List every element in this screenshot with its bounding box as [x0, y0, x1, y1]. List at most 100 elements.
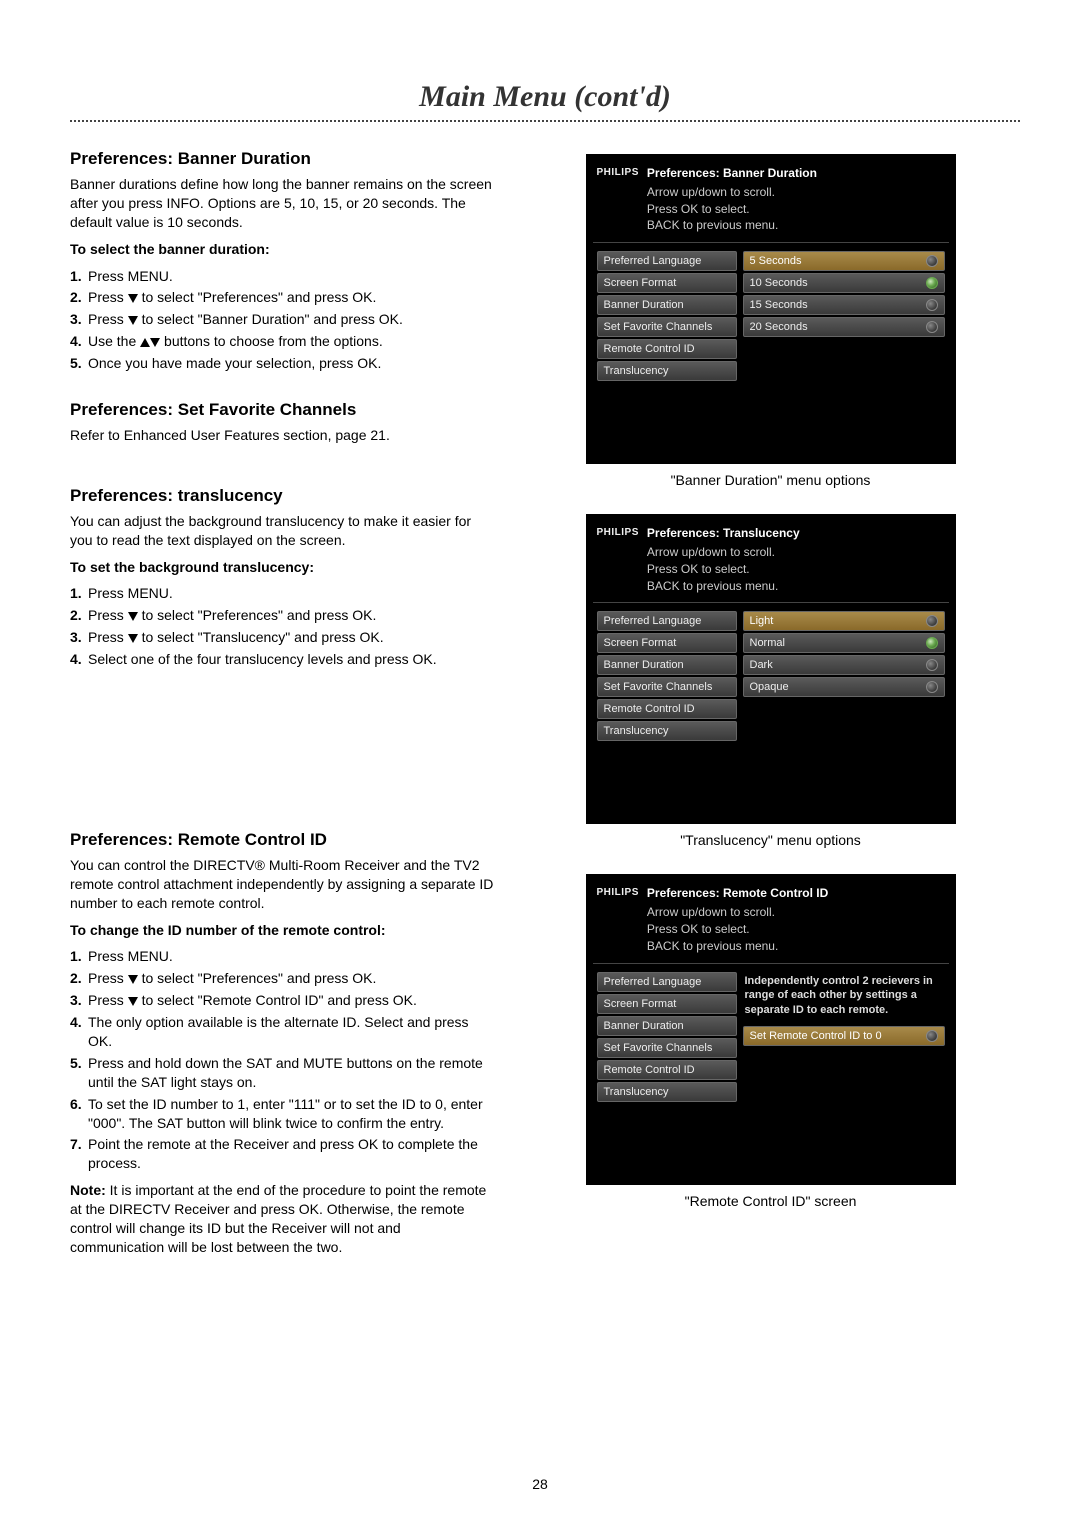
right-column: PHILIPS Preferences: Banner Duration Arr…: [521, 148, 1020, 1283]
section-banner-duration: Preferences: Banner Duration Banner dura…: [70, 148, 495, 373]
tv-header: PHILIPS Preferences: Translucency Arrow …: [593, 521, 949, 603]
tv-sidebar: Preferred Language Screen Format Banner …: [597, 611, 737, 741]
step: 2.Press to select "Preferences" and pres…: [70, 969, 495, 988]
radio-icon: [926, 659, 938, 671]
tv-header: PHILIPS Preferences: Banner Duration Arr…: [593, 161, 949, 243]
tv-options: Light Normal Dark Opaque: [743, 611, 945, 741]
step: 4.Select one of the four translucency le…: [70, 650, 495, 669]
tv-screenshot-translucency: PHILIPS Preferences: Translucency Arrow …: [586, 514, 956, 824]
tv-screenshot-remote-id: PHILIPS Preferences: Remote Control ID A…: [586, 874, 956, 1184]
tv-hint: BACK to previous menu.: [647, 938, 945, 955]
tv-header-text: Preferences: Translucency Arrow up/down …: [647, 525, 945, 594]
philips-logo: PHILIPS: [597, 165, 639, 178]
option-20-seconds: 20 Seconds: [743, 317, 945, 337]
sidebar-item: Preferred Language: [597, 251, 737, 271]
sidebar-item: Remote Control ID: [597, 699, 737, 719]
tv-hint: BACK to previous menu.: [647, 578, 945, 595]
steps-list: 1.Press MENU. 2.Press to select "Prefere…: [70, 947, 495, 1173]
section-heading: Preferences: Set Favorite Channels: [70, 399, 495, 422]
sidebar-item: Banner Duration: [597, 655, 737, 675]
tv-hint: Arrow up/down to scroll.: [647, 904, 945, 921]
radio-icon: [926, 321, 938, 333]
down-triangle-icon: [128, 634, 138, 643]
step: 5.Once you have made your selection, pre…: [70, 354, 495, 373]
step: 3.Press to select "Remote Control ID" an…: [70, 991, 495, 1010]
section-remote-control-id: Preferences: Remote Control ID You can c…: [70, 829, 495, 1257]
sidebar-item: Translucency: [597, 1082, 737, 1102]
sidebar-item: Translucency: [597, 361, 737, 381]
radio-icon: [926, 615, 938, 627]
up-triangle-icon: [140, 338, 150, 347]
tv-header-text: Preferences: Remote Control ID Arrow up/…: [647, 885, 945, 954]
radio-icon: [926, 1030, 938, 1042]
left-column: Preferences: Banner Duration Banner dura…: [70, 148, 495, 1283]
sidebar-item: Remote Control ID: [597, 1060, 737, 1080]
radio-icon: [926, 681, 938, 693]
sidebar-item: Remote Control ID: [597, 339, 737, 359]
tv-sidebar: Preferred Language Screen Format Banner …: [597, 972, 737, 1102]
radio-icon: [926, 299, 938, 311]
page-title: Main Menu (cont'd): [70, 80, 1020, 114]
step: 2.Press to select "Preferences" and pres…: [70, 606, 495, 625]
tv-hint: Arrow up/down to scroll.: [647, 184, 945, 201]
option-opaque: Opaque: [743, 677, 945, 697]
tv-hint: Press OK to select.: [647, 201, 945, 218]
tv-options: 5 Seconds 10 Seconds 15 Seconds 20 Secon…: [743, 251, 945, 381]
option-light: Light: [743, 611, 945, 631]
step: 3.Press to select "Translucency" and pre…: [70, 628, 495, 647]
sidebar-item: Screen Format: [597, 633, 737, 653]
sidebar-item: Translucency: [597, 721, 737, 741]
title-divider: [70, 120, 1020, 122]
figure-caption: "Banner Duration" menu options: [521, 472, 1020, 488]
step: 7.Point the remote at the Receiver and p…: [70, 1135, 495, 1173]
sidebar-item: Screen Format: [597, 994, 737, 1014]
down-triangle-icon: [150, 338, 160, 347]
step: 6.To set the ID number to 1, enter "111"…: [70, 1095, 495, 1133]
step: 1.Press MENU.: [70, 947, 495, 966]
down-triangle-icon: [128, 997, 138, 1006]
step: 4.The only option available is the alter…: [70, 1013, 495, 1051]
figure-caption: "Remote Control ID" screen: [521, 1193, 1020, 1209]
section-intro: Banner durations define how long the ban…: [70, 175, 495, 232]
section-translucency: Preferences: translucency You can adjust…: [70, 485, 495, 669]
step: 1.Press MENU.: [70, 584, 495, 603]
tv-title: Preferences: Banner Duration: [647, 165, 945, 182]
sidebar-item: Set Favorite Channels: [597, 317, 737, 337]
tv-hint: Arrow up/down to scroll.: [647, 544, 945, 561]
section-heading: Preferences: Banner Duration: [70, 148, 495, 171]
subheading: To select the banner duration:: [70, 240, 495, 259]
tv-body: Preferred Language Screen Format Banner …: [593, 603, 949, 745]
note-label: Note:: [70, 1182, 106, 1198]
section-intro: You can control the DIRECTV® Multi-Room …: [70, 856, 495, 913]
down-triangle-icon: [128, 975, 138, 984]
note-paragraph: Note: It is important at the end of the …: [70, 1181, 495, 1257]
sidebar-item: Preferred Language: [597, 972, 737, 992]
page-number: 28: [0, 1476, 1080, 1492]
remote-id-description: Independently control 2 recievers in ran…: [743, 972, 945, 1025]
sidebar-item: Banner Duration: [597, 1016, 737, 1036]
tv-header-text: Preferences: Banner Duration Arrow up/do…: [647, 165, 945, 234]
down-triangle-icon: [128, 612, 138, 621]
tv-hint: Press OK to select.: [647, 921, 945, 938]
tv-body: Preferred Language Screen Format Banner …: [593, 964, 949, 1106]
option-15-seconds: 15 Seconds: [743, 295, 945, 315]
section-heading: Preferences: translucency: [70, 485, 495, 508]
radio-icon: [926, 637, 938, 649]
tv-title: Preferences: Remote Control ID: [647, 885, 945, 902]
tv-screenshot-banner: PHILIPS Preferences: Banner Duration Arr…: [586, 154, 956, 464]
section-text: Refer to Enhanced User Features section,…: [70, 426, 495, 445]
subheading: To change the ID number of the remote co…: [70, 921, 495, 940]
sidebar-item: Banner Duration: [597, 295, 737, 315]
step: 1.Press MENU.: [70, 267, 495, 286]
tv-options-pane: Independently control 2 recievers in ran…: [743, 972, 945, 1102]
step: 2.Press to select "Preferences" and pres…: [70, 288, 495, 307]
tv-title: Preferences: Translucency: [647, 525, 945, 542]
down-triangle-icon: [128, 294, 138, 303]
steps-list: 1.Press MENU. 2.Press to select "Prefere…: [70, 584, 495, 669]
section-intro: You can adjust the background translucen…: [70, 512, 495, 550]
sidebar-item: Preferred Language: [597, 611, 737, 631]
section-heading: Preferences: Remote Control ID: [70, 829, 495, 852]
radio-icon: [926, 277, 938, 289]
option-normal: Normal: [743, 633, 945, 653]
sidebar-item: Set Favorite Channels: [597, 677, 737, 697]
